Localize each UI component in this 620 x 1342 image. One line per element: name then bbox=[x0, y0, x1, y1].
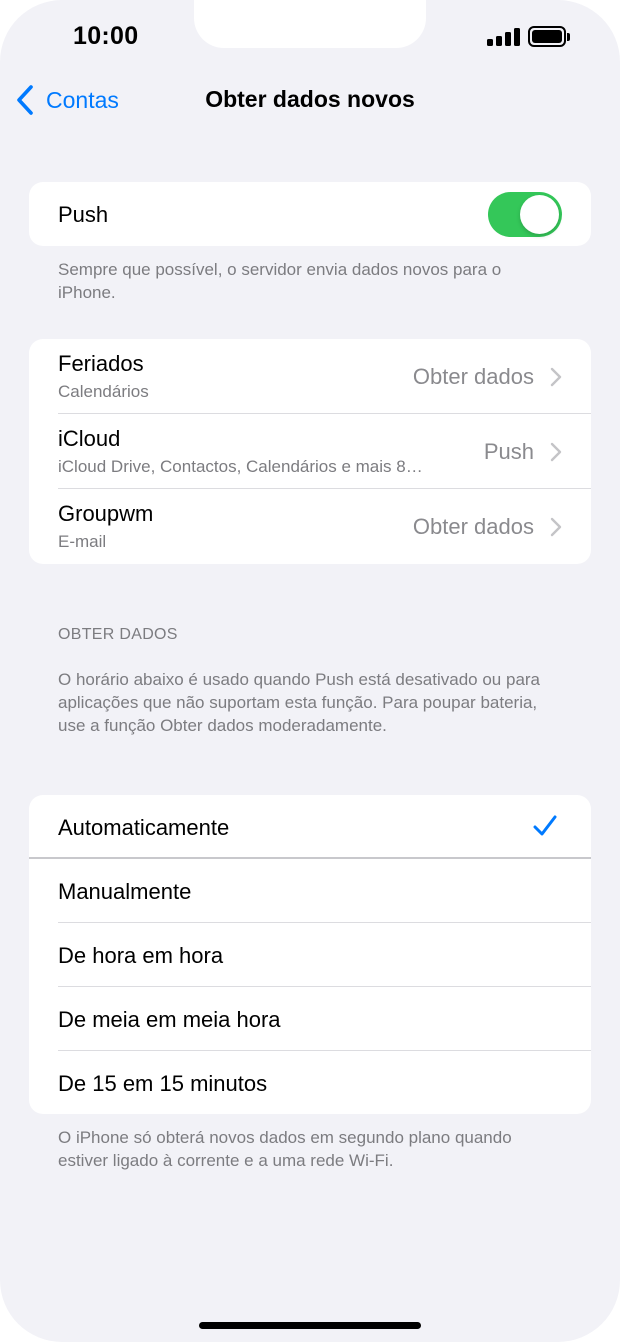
fetch-option-manual[interactable]: Manualmente bbox=[29, 859, 591, 923]
fetch-option-label: De hora em hora bbox=[58, 943, 224, 968]
page-title: Obter dados novos bbox=[205, 86, 415, 112]
account-detail: E-mail bbox=[58, 532, 107, 551]
account-row-feriados[interactable]: Feriados Calendários Obter dados bbox=[29, 339, 591, 414]
fetch-option-label: De 15 em 15 minutos bbox=[58, 1071, 268, 1096]
account-row-icloud[interactable]: iCloud iCloud Drive, Contactos, Calendár… bbox=[29, 414, 591, 489]
push-label: Push bbox=[58, 202, 109, 227]
chevron-right-icon bbox=[550, 442, 562, 462]
account-name: iCloud bbox=[58, 426, 121, 451]
cellular-signal-icon bbox=[487, 28, 521, 46]
fetch-option-label: Manualmente bbox=[58, 879, 192, 904]
account-name: Groupwm bbox=[58, 501, 154, 526]
notch bbox=[194, 0, 426, 48]
chevron-right-icon bbox=[550, 517, 562, 537]
fetch-option-15-min[interactable]: De 15 em 15 minutos bbox=[29, 1051, 591, 1114]
fetch-footnote: O iPhone só obterá novos dados em segund… bbox=[58, 1128, 512, 1170]
account-fetch-value: Push bbox=[483, 439, 534, 464]
accounts-group: Feriados Calendários Obter dados iCloud … bbox=[29, 339, 591, 564]
fetch-option-label: Automaticamente bbox=[58, 815, 230, 840]
push-footnote: Sempre que possível, o servidor envia da… bbox=[58, 260, 502, 302]
push-group: Push bbox=[29, 182, 591, 246]
fetch-option-label: De meia em meia hora bbox=[58, 1007, 281, 1032]
home-indicator[interactable] bbox=[199, 1322, 421, 1329]
account-row-groupwm[interactable]: Groupwm E-mail Obter dados bbox=[29, 489, 591, 564]
chevron-right-icon bbox=[550, 367, 562, 387]
push-toggle[interactable] bbox=[488, 192, 562, 237]
fetch-option-automatic[interactable]: Automaticamente bbox=[29, 795, 591, 859]
battery-icon bbox=[528, 26, 570, 47]
fetch-option-hourly[interactable]: De hora em hora bbox=[29, 923, 591, 987]
account-name: Feriados bbox=[58, 351, 144, 376]
phone-screen: 10:00 Contas Obter dados novos Push Semp… bbox=[0, 0, 620, 1342]
account-detail: Calendários bbox=[58, 382, 149, 401]
fetch-description: O horário abaixo é usado quando Push est… bbox=[58, 670, 541, 735]
checkmark-icon bbox=[533, 815, 557, 836]
fetch-section-header: OBTER DADOS bbox=[58, 626, 178, 643]
account-fetch-value: Obter dados bbox=[412, 514, 534, 539]
fetch-options-group: Automaticamente Manualmente De hora em h… bbox=[29, 795, 591, 1114]
account-fetch-value: Obter dados bbox=[412, 364, 534, 389]
account-detail: iCloud Drive, Contactos, Calendários e m… bbox=[58, 457, 423, 476]
status-time: 10:00 bbox=[73, 22, 139, 50]
fetch-option-half-hour[interactable]: De meia em meia hora bbox=[29, 987, 591, 1051]
push-row: Push bbox=[29, 182, 591, 246]
